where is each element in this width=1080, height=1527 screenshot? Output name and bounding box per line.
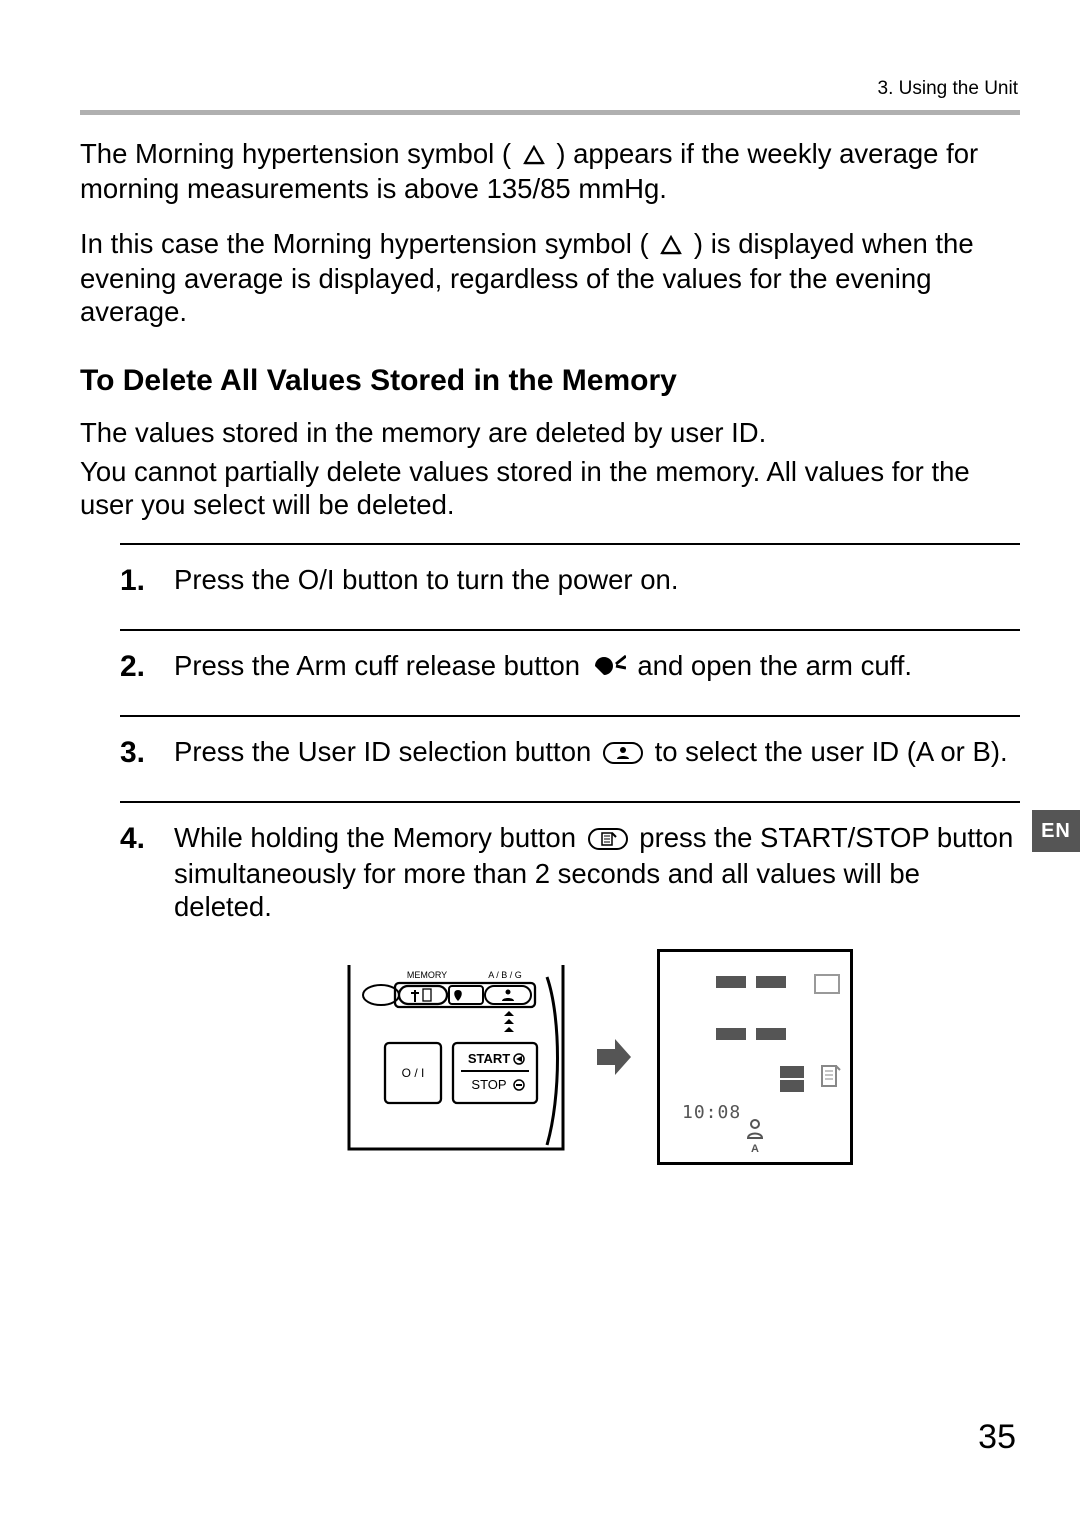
step-number: 2.	[120, 649, 174, 685]
steps-list: 1. Press the O/I button to turn the powe…	[80, 543, 1020, 1164]
cuff-release-icon	[592, 652, 626, 685]
memory-icon	[820, 1064, 842, 1097]
text: to select the user ID (A or B).	[655, 736, 1008, 767]
paragraph-morning-symbol: The Morning hypertension symbol ( ) appe…	[80, 137, 1020, 205]
abg-label: A / B / G	[488, 970, 522, 980]
illustration: MEMORY A / B / G	[174, 949, 1020, 1165]
memory-button-icon	[588, 824, 628, 857]
page-number: 35	[978, 1418, 1016, 1457]
paragraph-evening-note: In this case the Morning hypertension sy…	[80, 227, 1020, 328]
step-2: 2. Press the Arm cuff release button and…	[120, 629, 1020, 685]
language-tab: EN	[1032, 810, 1080, 852]
lcd-user-icon: A	[660, 1114, 850, 1156]
step-text: Press the User ID selection button to se…	[174, 735, 1020, 770]
start-label: START	[468, 1051, 510, 1066]
paragraph-delete-all-warning: You cannot partially delete values store…	[80, 455, 1020, 521]
step-number: 3.	[120, 735, 174, 771]
oi-label: O / I	[402, 1066, 425, 1080]
step-text: Press the Arm cuff release button and op…	[174, 649, 1020, 684]
device-drawing: MEMORY A / B / G	[341, 957, 571, 1157]
chapter-header: 3. Using the Unit	[80, 78, 1020, 100]
step-text: While holding the Memory button press th…	[174, 821, 1020, 1164]
text: Press the User ID selection button	[174, 736, 599, 767]
text: While holding the Memory button	[174, 822, 584, 853]
lcd-user-label: A	[660, 1143, 850, 1156]
step-number: 1.	[120, 563, 174, 599]
text: The Morning hypertension symbol (	[80, 138, 511, 169]
user-id-button-icon	[603, 738, 643, 771]
morning-hypertension-icon	[523, 139, 545, 172]
arrow-right-icon	[595, 1035, 633, 1079]
memory-label: MEMORY	[407, 970, 447, 980]
header-rule	[80, 110, 1020, 115]
morning-hypertension-icon	[660, 229, 682, 262]
paragraph-delete-by-id: The values stored in the memory are dele…	[80, 416, 1020, 449]
text: and open the arm cuff.	[637, 650, 912, 681]
battery-icon	[814, 974, 840, 994]
section-heading: To Delete All Values Stored in the Memor…	[80, 364, 1020, 398]
text: In this case the Morning hypertension sy…	[80, 228, 649, 259]
step-3: 3. Press the User ID selection button to…	[120, 715, 1020, 771]
step-text: Press the O/I button to turn the power o…	[174, 563, 1020, 596]
step-4: 4. While holding the Memory button press…	[120, 801, 1020, 1164]
lcd-screen-drawing: 10:08 A	[657, 949, 853, 1165]
manual-page: 3. Using the Unit The Morning hypertensi…	[0, 0, 1080, 1527]
step-number: 4.	[120, 821, 174, 857]
step-1: 1. Press the O/I button to turn the powe…	[120, 543, 1020, 599]
stop-label: STOP	[471, 1077, 506, 1092]
text: Press the Arm cuff release button	[174, 650, 588, 681]
